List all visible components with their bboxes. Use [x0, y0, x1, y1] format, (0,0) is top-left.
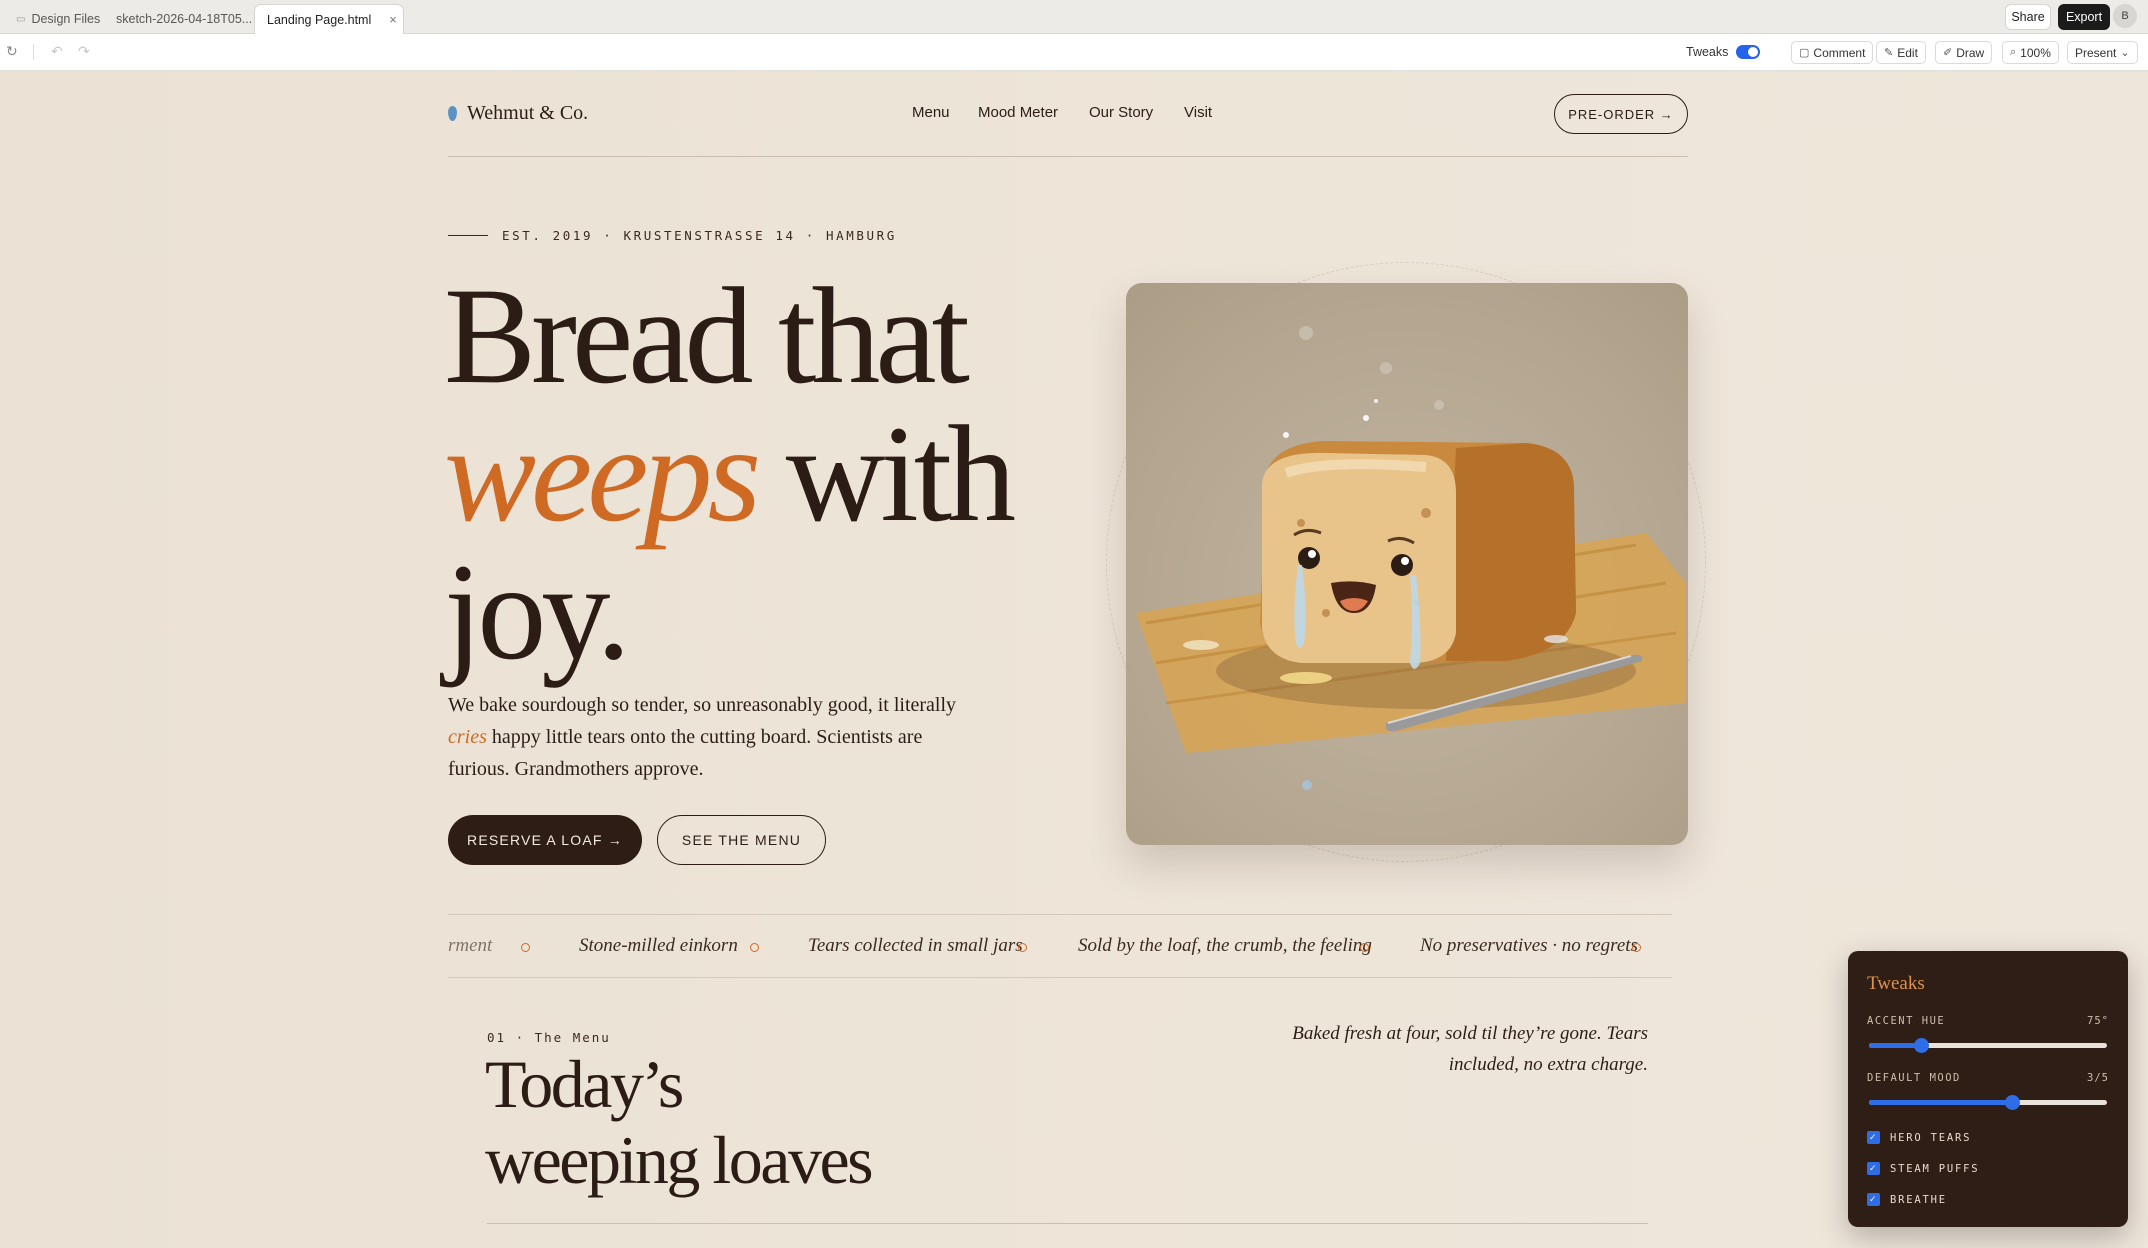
tab-design-files[interactable]: ▭ Design Files — [4, 4, 112, 34]
steam-puffs-label: STEAM PUFFS — [1890, 1162, 1980, 1175]
tab-label: Landing Page.html — [267, 12, 372, 27]
marquee-item: No preservatives · no regrets — [1420, 935, 1638, 956]
tab-bar: ▭ Design Files sketch-2026-04-18T05... L… — [0, 0, 2148, 34]
crying-bread-illustration — [1136, 326, 1686, 790]
comment-icon: ▢ — [1799, 47, 1810, 59]
nav-menu[interactable]: Menu — [912, 104, 950, 121]
hero-tears-checkbox[interactable]: ✓ HERO TEARS — [1867, 1131, 1971, 1144]
zoom-button[interactable]: ⌕ 100% — [2002, 41, 2059, 64]
ring-bullet-icon — [1018, 943, 1027, 952]
headline-line-2: weeps with — [444, 405, 1016, 543]
redo-icon[interactable]: ↷ — [78, 43, 90, 60]
tweaks-panel: Tweaks ACCENT HUE 75° DEFAULT MOOD 3/5 ✓… — [1848, 951, 2128, 1227]
lede-text-1: We bake sourdough so tender, so unreason… — [448, 694, 957, 716]
ring-bullet-icon — [521, 943, 530, 952]
accent-hue-handle[interactable] — [1914, 1038, 1930, 1053]
landing-page-canvas: Wehmut & Co. Menu Mood Meter Our Story V… — [0, 72, 2148, 1248]
tweaks-toggle[interactable] — [1736, 45, 1760, 59]
tweaks-panel-title: Tweaks — [1867, 973, 1925, 994]
default-mood-value: 3/5 — [2087, 1072, 2109, 1084]
steam-puffs-checkbox[interactable]: ✓ STEAM PUFFS — [1867, 1162, 1979, 1175]
breathe-label: BREATHE — [1890, 1193, 1947, 1206]
export-button[interactable]: Export — [2058, 4, 2110, 30]
edit-label: Edit — [1897, 45, 1918, 60]
marquee-item: Stone-milled einkorn — [579, 935, 738, 956]
section-eyebrow: 01 · The Menu — [487, 1030, 611, 1045]
tweaks-toggle-label: Tweaks — [1686, 45, 1729, 59]
see-menu-button[interactable]: SEE THE MENU — [657, 815, 826, 865]
nav-visit[interactable]: Visit — [1184, 104, 1212, 121]
checkmark-icon[interactable]: ✓ — [1867, 1193, 1880, 1206]
reserve-loaf-button[interactable]: RESERVE A LOAF → — [448, 815, 642, 865]
hero-lede: We bake sourdough so tender, so unreason… — [448, 689, 988, 785]
nav-divider — [448, 156, 1688, 157]
edit-button[interactable]: ✎ Edit — [1876, 41, 1926, 64]
nav-our-story[interactable]: Our Story — [1089, 104, 1153, 121]
section-title-line-1: Today’s — [485, 1046, 684, 1122]
feature-marquee: rment Stone-milled einkorn Tears collect… — [448, 914, 1672, 978]
tab-label: sketch-2026-04-18T05... — [116, 12, 253, 26]
reload-icon[interactable]: ↻ — [6, 43, 18, 60]
breathe-checkbox[interactable]: ✓ BREATHE — [1867, 1193, 1947, 1206]
headline-line-1: Bread that — [444, 259, 970, 412]
ring-bullet-icon — [1632, 943, 1641, 952]
marquee-item: Tears collected in small jars — [808, 935, 1023, 956]
brand-logo[interactable]: Wehmut & Co. — [467, 102, 588, 125]
headline-line-2-rest: with — [785, 397, 1016, 550]
default-mood-slider[interactable] — [1869, 1095, 2107, 1110]
lede-text-2: happy little tears onto the cutting boar… — [448, 726, 923, 780]
marquee-item: rment — [448, 935, 493, 956]
close-tab-icon[interactable]: × — [389, 12, 397, 27]
headline-line-3: joy. — [444, 535, 631, 688]
accent-hue-value: 75° — [2087, 1015, 2109, 1027]
comment-button[interactable]: ▢ Comment — [1791, 41, 1874, 64]
teardrop-logo-icon — [448, 106, 457, 121]
headline-accent: weeps — [444, 397, 761, 550]
draw-label: Draw — [1956, 45, 1985, 60]
marquee-item: Sold by the loaf, the crumb, the feeling — [1078, 935, 1372, 956]
default-mood-fill — [1869, 1100, 2012, 1105]
preorder-button[interactable]: PRE-ORDER → — [1554, 94, 1688, 134]
present-label: Present — [2075, 45, 2117, 60]
hero-tears-label: HERO TEARS — [1890, 1131, 1972, 1144]
hero-image-card — [1126, 283, 1688, 845]
zoom-label: 100% — [2020, 45, 2051, 60]
default-mood-handle[interactable] — [2004, 1095, 2020, 1110]
magnifier-icon: ⌕ — [2010, 46, 2017, 58]
checkmark-icon[interactable]: ✓ — [1867, 1162, 1880, 1175]
checkmark-icon[interactable]: ✓ — [1867, 1131, 1880, 1144]
brush-icon: ✐ — [1943, 47, 1953, 59]
ring-bullet-icon — [750, 943, 759, 952]
accent-hue-slider[interactable] — [1869, 1038, 2107, 1053]
editor-toolbar: ↻ ↶ ↷ Tweaks ▢ Comment ✎ Edit ✐ Draw ⌕ 1… — [0, 34, 2148, 71]
undo-icon[interactable]: ↶ — [51, 43, 63, 60]
draw-button[interactable]: ✐ Draw — [1935, 41, 1993, 64]
tab-landing-page[interactable]: Landing Page.html × — [254, 4, 404, 34]
accent-hue-label: ACCENT HUE — [1867, 1015, 1946, 1027]
ring-bullet-icon — [1360, 943, 1369, 952]
present-button[interactable]: Present ⌄ — [2067, 41, 2138, 64]
tab-sketch[interactable]: sketch-2026-04-18T05... — [104, 4, 264, 34]
nav-mood-meter[interactable]: Mood Meter — [978, 104, 1058, 121]
share-button[interactable]: Share — [2005, 4, 2051, 30]
hero-eyebrow: EST. 2019 · KRUSTENSTRASSE 14 · HAMBURG — [502, 228, 897, 243]
lede-accent: cries — [448, 726, 487, 748]
eyebrow-rule — [448, 235, 488, 236]
chevron-down-icon: ⌄ — [2120, 47, 2130, 59]
comment-label: Comment — [1813, 45, 1866, 60]
section-title-line-2: weeping loaves — [485, 1122, 874, 1198]
toolbar-divider — [33, 44, 34, 60]
tab-label: Design Files — [31, 12, 101, 26]
default-mood-label: DEFAULT MOOD — [1867, 1072, 1961, 1084]
section-divider — [487, 1223, 1648, 1224]
folder-icon: ▭ — [16, 13, 26, 25]
pencil-icon: ✎ — [1884, 47, 1894, 59]
section-note: Baked fresh at four, sold til they’re go… — [1292, 1023, 1648, 1075]
avatar[interactable]: B — [2113, 4, 2137, 28]
